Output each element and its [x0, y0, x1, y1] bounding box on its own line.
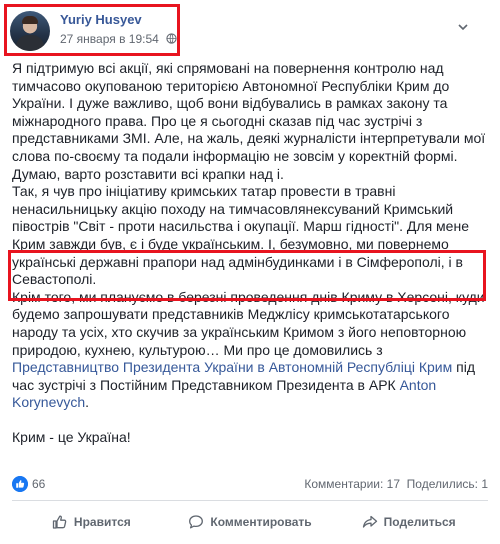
share-button-label: Поделиться [383, 515, 456, 529]
actions-divider [12, 500, 488, 501]
like-button[interactable]: Нравится [12, 506, 171, 538]
comment-count[interactable]: Комментарии: 17 [304, 477, 400, 491]
post-paragraph-1: Я підтримую всі акції, які спрямовані на… [12, 60, 486, 182]
quote-highlight-box [8, 250, 486, 301]
post-actions: Нравится Комментировать Поделиться [12, 506, 488, 538]
comment-button-label: Комментировать [210, 515, 312, 529]
options-chevron-icon[interactable] [456, 20, 470, 34]
comment-button[interactable]: Комментировать [171, 506, 330, 538]
comment-icon [189, 515, 204, 529]
p3-text-after: . [85, 394, 90, 411]
facebook-post: Yuriy Husyev 27 января в 19:54 Я підтрим… [0, 0, 500, 544]
like-count[interactable]: 66 [32, 477, 45, 491]
reactions-bar: 66 Комментарии: 17 Поделились: 1 [12, 476, 488, 492]
like-button-label: Нравится [73, 515, 131, 529]
share-count[interactable]: Поделились: 1 [407, 477, 488, 491]
share-arrow-icon [362, 515, 377, 528]
author-highlight-box [4, 4, 180, 56]
engagement-counts: Комментарии: 17 Поделились: 1 [304, 477, 488, 491]
thumbs-up-icon [52, 515, 67, 529]
like-reaction-icon[interactable] [12, 476, 28, 492]
representation-link[interactable]: Представництво Президента України в Авто… [12, 359, 452, 375]
post-paragraph-4: Крим - це Україна! [12, 428, 131, 445]
post-paragraph-3: Крім того, ми плануємо в березні проведе… [12, 289, 488, 412]
share-button[interactable]: Поделиться [329, 506, 488, 538]
